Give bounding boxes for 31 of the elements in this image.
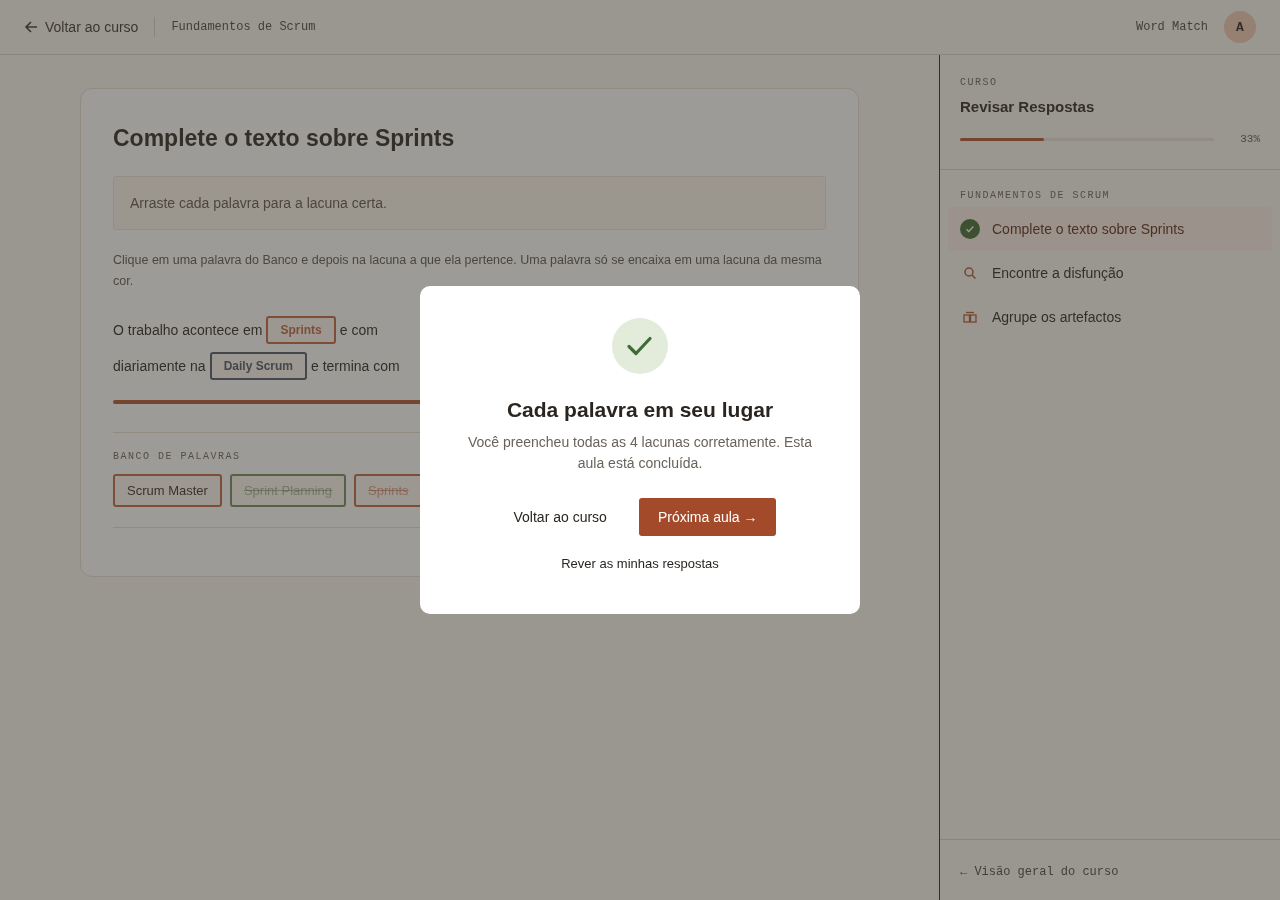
instruction-text: Arraste cada palavra para a lacuna certa. — [130, 195, 387, 211]
dialog-title: Cada palavra em seu lugar — [506, 398, 774, 422]
sentence-text: diariamente na — [113, 358, 206, 374]
course-overview-link[interactable]: ← Visão geral do curso — [960, 865, 1119, 879]
check-circle-icon — [960, 219, 980, 239]
help-text: Clique em uma palavra do Banco e depois na lacuna a que ela pertence. Uma palavra só se encaixa em uma lacuna da mesma cor. — [113, 252, 823, 290]
back-link[interactable]: Voltar ao curso — [24, 19, 139, 35]
filled-blank[interactable]: Daily Scrum — [209, 352, 307, 380]
lesson-item[interactable]: Encontre a disfunção — [948, 251, 1272, 295]
sentence-text: e termina com — [311, 358, 400, 374]
lesson-item[interactable]: Agrupe os artefactos — [948, 295, 1272, 339]
filled-blank[interactable]: Sprints — [266, 316, 336, 344]
lesson-title: Complete o texto sobre Sprints — [113, 125, 456, 152]
module-label: FUNDAMENTOS DE SCRUM — [959, 190, 1112, 203]
app-name: Word Match — [1136, 20, 1208, 34]
word-chip[interactable]: Scrum Master — [113, 474, 222, 507]
lesson-item[interactable]: Complete o texto sobre Sprints — [948, 207, 1272, 251]
sentence-text: O trabalho acontece em — [113, 322, 263, 338]
back-to-course-button[interactable]: Voltar ao curso — [503, 499, 617, 535]
word-bank-label: BANCO DE PALAVRAS — [113, 451, 242, 462]
review-answers-link[interactable]: Rever as minhas respostas — [561, 556, 719, 571]
next-lesson-button[interactable]: Próxima aula → — [638, 498, 777, 536]
avatar[interactable]: A — [1224, 11, 1256, 43]
section-label: CURSO — [960, 77, 999, 88]
course-title: Revisar Respostas — [960, 98, 1096, 115]
dialog-message: Você preencheu todas as 4 lacunas corretamente. Esta aula está concluída. — [467, 433, 813, 473]
sentence-text: e com — [339, 322, 378, 338]
success-check-icon — [612, 318, 668, 374]
progress-percent: 33% — [1240, 133, 1260, 145]
back-arrow-icon — [24, 20, 38, 34]
course-name: Fundamentos de Scrum — [171, 20, 316, 34]
